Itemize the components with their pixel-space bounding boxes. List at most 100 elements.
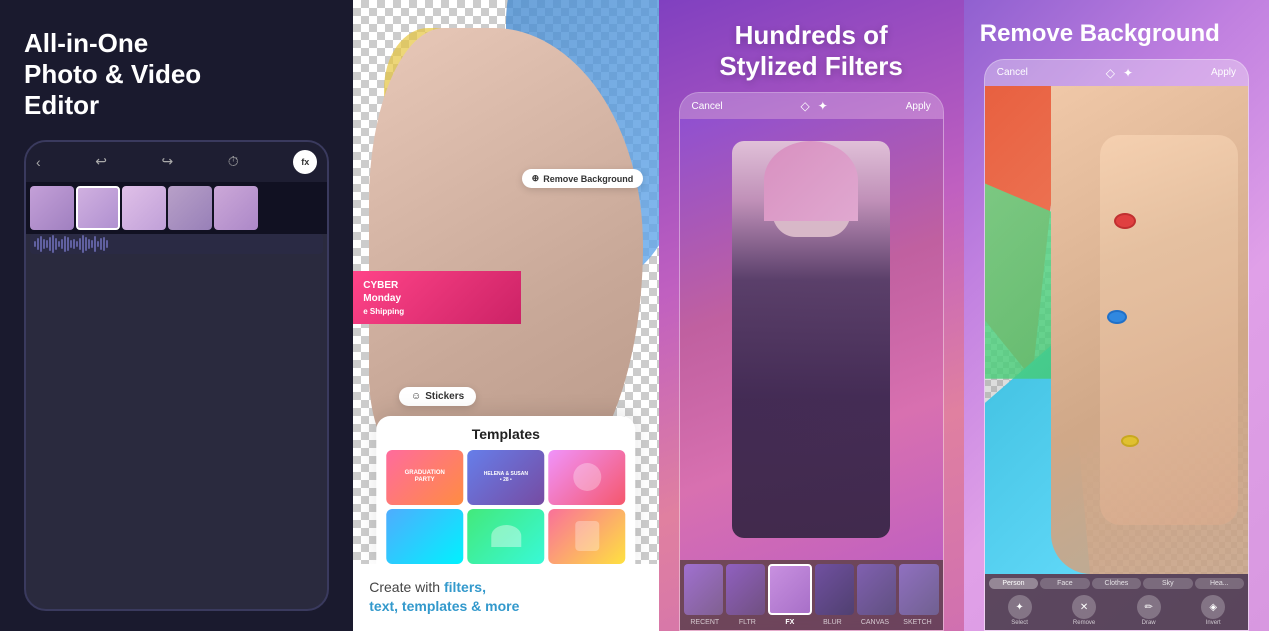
shipping-text: e Shipping xyxy=(363,307,511,316)
ring-red xyxy=(1114,213,1136,229)
hand-rings xyxy=(1051,86,1248,574)
panel-4-header: Remove Background xyxy=(964,0,1269,59)
cat-tab-clothes[interactable]: Clothes xyxy=(1092,578,1141,589)
action-btn-invert[interactable]: ◈ Invert xyxy=(1182,595,1244,626)
filmstrip-thumb-5[interactable] xyxy=(214,186,258,230)
filter-sketch[interactable] xyxy=(899,564,938,615)
wave-20 xyxy=(91,240,93,248)
filter-label-recent: RECENT xyxy=(684,619,727,626)
wave-8 xyxy=(55,238,57,250)
screen-3-image xyxy=(680,119,943,560)
wave-19 xyxy=(88,239,90,249)
cat-tab-person[interactable]: Person xyxy=(989,578,1038,589)
template-thumb-helena[interactable]: HELENA & SUSAN• 28 • xyxy=(467,450,544,505)
phone-screen-3: Cancel ◇ ✦ Apply xyxy=(679,92,944,631)
filter-label-fltr: FLTR xyxy=(726,619,769,626)
cat-tab-head[interactable]: Hea... xyxy=(1195,578,1244,589)
wave-17 xyxy=(82,235,84,253)
template-thumb-graduation[interactable]: GRADUATIONPARTY xyxy=(386,450,463,505)
panel-3-header: Hundreds of Stylized Filters xyxy=(659,0,964,92)
wave-7 xyxy=(52,235,54,253)
template-label-graduation: GRADUATIONPARTY xyxy=(403,468,447,486)
wave-18 xyxy=(85,237,87,251)
timer-icon: ⏱ xyxy=(228,153,239,170)
template-thumb-6[interactable] xyxy=(548,509,625,564)
action-btn-draw[interactable]: ✏ Draw xyxy=(1118,595,1180,626)
action-btn-remove[interactable]: ✕ Remove xyxy=(1053,595,1115,626)
cat-tab-face[interactable]: Face xyxy=(1040,578,1089,589)
templates-title: Templates xyxy=(386,426,625,442)
waveform xyxy=(30,234,323,254)
filter-canvas[interactable] xyxy=(857,564,896,615)
panel-2: CYBER Monday e Shipping ⊕ Remove Backgro… xyxy=(353,0,658,631)
panel-1-title: All-in-One Photo & Video Editor xyxy=(24,28,329,122)
wave-4 xyxy=(43,239,45,249)
invert-label: Invert xyxy=(1206,620,1221,626)
cancel-button-4[interactable]: Cancel xyxy=(997,67,1028,78)
wave-25 xyxy=(106,240,108,248)
shield-icon-4: ✦ xyxy=(1123,66,1133,80)
wave-10 xyxy=(61,239,63,249)
filter-blur[interactable] xyxy=(815,564,854,615)
panel-3-title: Hundreds of Stylized Filters xyxy=(675,20,948,82)
filmstrip-thumb-3[interactable] xyxy=(122,186,166,230)
filmstrip xyxy=(26,182,327,234)
stickers-chip[interactable]: ☺ Stickers xyxy=(399,387,476,406)
filmstrip-thumb-2[interactable] xyxy=(76,186,120,230)
action-btn-select[interactable]: ✦ Select xyxy=(989,595,1051,626)
ring-blue xyxy=(1107,310,1127,324)
wave-1 xyxy=(34,241,36,247)
back-icon: ‹ xyxy=(36,154,41,170)
filter-labels: RECENT FLTR FX BLUR CANVAS SKETCH xyxy=(680,617,943,630)
dancer-hair xyxy=(764,141,859,220)
filter-fx[interactable] xyxy=(768,564,811,615)
template-thumb-3[interactable] xyxy=(548,450,625,505)
draw-icon: ✏ xyxy=(1137,595,1161,619)
wave-21 xyxy=(94,236,96,252)
cursor-icon: ⊕ xyxy=(532,173,540,184)
screen-3-icons: ◇ ✦ xyxy=(801,99,828,113)
undo-icon: ↩ xyxy=(95,153,107,170)
filmstrip-thumb-4[interactable] xyxy=(168,186,212,230)
template-label-helena: HELENA & SUSAN• 28 • xyxy=(482,469,530,485)
sticker-icon: ☺ xyxy=(411,391,421,402)
wave-12 xyxy=(67,237,69,251)
cyber-monday-section: CYBER Monday e Shipping xyxy=(353,271,521,324)
wave-11 xyxy=(64,236,66,252)
screen-4-toolbar: Cancel ◇ ✦ Apply xyxy=(985,60,1248,86)
category-tabs: Person Face Clothes Sky Hea... xyxy=(985,574,1248,591)
apply-button-4[interactable]: Apply xyxy=(1211,67,1236,78)
screen-3-toolbar: Cancel ◇ ✦ Apply xyxy=(680,93,943,119)
cat-tab-sky[interactable]: Sky xyxy=(1143,578,1192,589)
apply-button-3[interactable]: Apply xyxy=(906,101,931,112)
wave-24 xyxy=(103,237,105,251)
phone-mockup-1: ‹ ↩ ↪ ⏱ fx Effects xyxy=(24,140,329,611)
select-label: Select xyxy=(1011,620,1028,626)
screen-4-bottom: Person Face Clothes Sky Hea... ✦ Select … xyxy=(985,574,1248,630)
screen-3-filters: RECENT FLTR FX BLUR CANVAS SKETCH xyxy=(680,560,943,630)
action-buttons-4: ✦ Select ✕ Remove ✏ Draw ◈ Invert xyxy=(985,591,1248,630)
filter-recent[interactable] xyxy=(684,564,723,615)
wave-6 xyxy=(49,237,51,251)
filmstrip-thumb-1[interactable] xyxy=(30,186,74,230)
draw-label: Draw xyxy=(1142,620,1156,626)
cancel-button-3[interactable]: Cancel xyxy=(692,101,723,112)
wave-2 xyxy=(37,238,39,250)
remove-label: Remove xyxy=(1073,620,1095,626)
panel-2-bottom: Create with filters, text, templates & m… xyxy=(353,564,658,631)
templates-grid: GRADUATIONPARTY HELENA & SUSAN• 28 • xyxy=(386,450,625,564)
filter-thumbs xyxy=(680,560,943,617)
templates-card: Templates GRADUATIONPARTY HELENA & SUSAN… xyxy=(376,416,635,564)
phone-toolbar-1: ‹ ↩ ↪ ⏱ fx xyxy=(26,142,327,182)
remove-bg-chip[interactable]: ⊕ Remove Background xyxy=(522,169,644,188)
fx-button[interactable]: fx xyxy=(293,150,317,174)
dancer-figure xyxy=(732,141,890,538)
panel-3: Hundreds of Stylized Filters Cancel ◇ ✦ … xyxy=(659,0,964,631)
template-thumb-4[interactable] xyxy=(386,509,463,564)
filter-fltr[interactable] xyxy=(726,564,765,615)
wave-16 xyxy=(79,238,81,250)
wave-22 xyxy=(97,241,99,247)
template-thumb-5[interactable] xyxy=(467,509,544,564)
magic-wand-icon-3: ◇ xyxy=(801,99,810,113)
panel-2-top: CYBER Monday e Shipping ⊕ Remove Backgro… xyxy=(353,0,658,564)
